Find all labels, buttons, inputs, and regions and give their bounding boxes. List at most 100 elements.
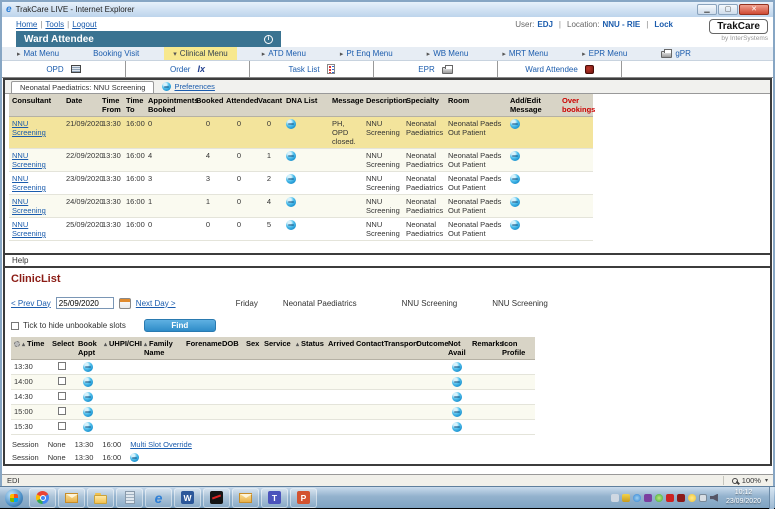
toolbar-order[interactable]: Order: [126, 61, 250, 77]
session-icon[interactable]: [130, 453, 139, 462]
dna-list-cell: [283, 149, 329, 172]
taskbar-clock[interactable]: 10:12 23/09/2020: [721, 489, 766, 506]
consultant-link[interactable]: NNU Screening: [12, 119, 46, 137]
col-time[interactable]: Time: [11, 337, 49, 360]
preferences-icon[interactable]: [162, 82, 171, 91]
zoom-control[interactable]: 100% ▾: [723, 476, 768, 485]
calendar-icon[interactable]: [119, 298, 131, 309]
book-appt-icon[interactable]: [83, 422, 93, 432]
close-button[interactable]: ✕: [739, 4, 769, 15]
taskbar-teams[interactable]: T: [261, 488, 288, 508]
preferences-link[interactable]: Preferences: [174, 82, 214, 91]
add-edit-message-icon[interactable]: [510, 151, 520, 161]
col-date: Date: [63, 94, 99, 117]
book-appt-icon[interactable]: [83, 362, 93, 372]
not-avail-icon[interactable]: [452, 392, 462, 402]
dna-list-icon[interactable]: [286, 174, 296, 184]
start-button[interactable]: [5, 489, 23, 507]
menu-epr[interactable]: EPR Menu: [573, 47, 636, 60]
menu-atd[interactable]: ATD Menu: [253, 47, 315, 60]
tray-shield-icon[interactable]: [622, 494, 630, 502]
dna-list-icon[interactable]: [286, 220, 296, 230]
toolbar-task-list[interactable]: Task List: [250, 61, 374, 77]
gear-icon[interactable]: [14, 341, 20, 347]
info-icon[interactable]: i: [264, 35, 273, 44]
menu-mat[interactable]: Mat Menu: [8, 47, 68, 60]
slot-empty-cells: [469, 390, 535, 405]
message-cell: [329, 218, 363, 241]
toolbar-opd[interactable]: OPD: [2, 61, 126, 77]
col-status[interactable]: Status: [293, 337, 325, 360]
col-uhpi-chi[interactable]: UHPI/CHI: [101, 337, 141, 360]
dna-list-icon[interactable]: [286, 197, 296, 207]
menu-pt-enq[interactable]: Pt Enq Menu: [331, 47, 402, 60]
dna-list-icon[interactable]: [286, 151, 296, 161]
taskbar-app[interactable]: [203, 488, 230, 508]
add-edit-message-icon[interactable]: [510, 197, 520, 207]
not-avail-icon[interactable]: [452, 407, 462, 417]
taskbar-powerpoint[interactable]: P: [290, 488, 317, 508]
clinic-tab[interactable]: Neonatal Paediatrics: NNU Screening: [11, 81, 154, 93]
consultant-link[interactable]: NNU Screening: [12, 220, 46, 238]
tray-app-icon[interactable]: [644, 494, 652, 502]
tray-antivirus-icon[interactable]: [655, 494, 663, 502]
book-appt-icon[interactable]: [83, 377, 93, 387]
dna-list-icon[interactable]: [286, 119, 296, 129]
add-edit-message-icon[interactable]: [510, 174, 520, 184]
select-checkbox[interactable]: [58, 422, 66, 430]
select-checkbox[interactable]: [58, 362, 66, 370]
taskbar-chrome[interactable]: [29, 488, 56, 508]
tray-app-icon-2[interactable]: [677, 494, 685, 502]
consultant-link[interactable]: NNU Screening: [12, 197, 46, 215]
taskbar-ie[interactable]: e: [145, 488, 172, 508]
not-avail-icon[interactable]: [452, 377, 462, 387]
home-link[interactable]: Home: [16, 20, 37, 29]
show-desktop-button[interactable]: [769, 487, 774, 509]
lock-link[interactable]: Lock: [654, 20, 673, 29]
add-edit-message-icon[interactable]: [510, 119, 520, 129]
slot-book-cell: [75, 375, 101, 390]
separator: |: [40, 20, 42, 29]
prev-day-link[interactable]: < Prev Day: [11, 299, 51, 308]
col-family-name[interactable]: Family Name: [141, 337, 183, 360]
tray-globe-icon[interactable]: [633, 494, 641, 502]
next-day-link[interactable]: Next Day >: [136, 299, 176, 308]
taskbar-word[interactable]: W: [174, 488, 201, 508]
book-appt-icon[interactable]: [83, 407, 93, 417]
booked-cell: 0: [193, 218, 223, 241]
taskbar-outlook[interactable]: [58, 488, 85, 508]
maximize-button[interactable]: ▢: [718, 4, 738, 15]
menu-gpr[interactable]: gPR: [652, 47, 700, 60]
multi-slot-override-link[interactable]: Multi Slot Override: [130, 440, 192, 449]
taskbar-calculator[interactable]: [116, 488, 143, 508]
tray-status-icon[interactable]: [688, 494, 696, 502]
menu-mrt[interactable]: MRT Menu: [493, 47, 557, 60]
menu-wb[interactable]: WB Menu: [418, 47, 478, 60]
taskbar-mail2[interactable]: [232, 488, 259, 508]
consultant-link[interactable]: NNU Screening: [12, 174, 46, 192]
logout-link[interactable]: Logout: [72, 20, 96, 29]
date-input[interactable]: [56, 297, 114, 309]
select-checkbox[interactable]: [58, 377, 66, 385]
select-checkbox[interactable]: [58, 392, 66, 400]
book-appt-icon[interactable]: [83, 392, 93, 402]
add-edit-message-icon[interactable]: [510, 220, 520, 230]
consultant-link[interactable]: NNU Screening: [12, 151, 46, 169]
tools-link[interactable]: Tools: [45, 20, 64, 29]
select-checkbox[interactable]: [58, 407, 66, 415]
not-avail-icon[interactable]: [452, 422, 462, 432]
menu-booking-visit[interactable]: Booking Visit: [84, 47, 148, 60]
network-icon[interactable]: [699, 494, 707, 502]
col-not-avail: Not Avail: [445, 337, 469, 360]
not-avail-icon[interactable]: [452, 362, 462, 372]
menu-clinical[interactable]: Clinical Menu: [164, 47, 237, 60]
minimize-button[interactable]: ▁: [697, 4, 717, 15]
taskbar-explorer[interactable]: [87, 488, 114, 508]
toolbar-ward-attendee[interactable]: Ward Attendee: [498, 61, 622, 77]
tray-expand-icon[interactable]: [611, 494, 619, 502]
speaker-icon[interactable]: [710, 494, 718, 502]
hide-unbookable-checkbox[interactable]: [11, 322, 19, 330]
toolbar-epr[interactable]: EPR: [374, 61, 498, 77]
find-button[interactable]: Find: [144, 319, 216, 332]
tray-alert-icon[interactable]: [666, 494, 674, 502]
